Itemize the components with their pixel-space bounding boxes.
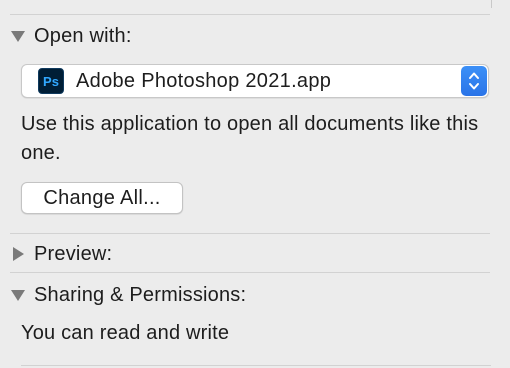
application-popup[interactable]: Ps Adobe Photoshop 2021.app <box>21 64 489 98</box>
disclosure-triangle-expanded-icon[interactable] <box>10 287 26 303</box>
application-name: Adobe Photoshop 2021.app <box>76 69 332 92</box>
permission-status: You can read and write <box>21 322 230 344</box>
scroll-edge <box>491 0 492 8</box>
sharing-header[interactable]: Sharing & Permissions: <box>10 280 246 310</box>
popup-stepper-icon[interactable] <box>461 66 487 96</box>
bottom-divider <box>21 365 491 366</box>
divider-after-open-with <box>10 233 490 234</box>
open-with-description: Use this application to open all documen… <box>21 113 479 164</box>
photoshop-icon: Ps <box>38 68 64 94</box>
open-with-header[interactable]: Open with: <box>10 21 132 51</box>
change-all-button[interactable]: Change All... <box>21 182 183 214</box>
preview-header[interactable]: Preview: <box>10 239 112 269</box>
disclosure-triangle-collapsed-icon[interactable] <box>10 246 26 262</box>
sharing-title: Sharing & Permissions: <box>34 283 247 306</box>
divider-after-preview <box>10 272 490 273</box>
get-info-panel: Open with: Ps Adobe Photoshop 2021.app U… <box>0 0 510 368</box>
disclosure-triangle-expanded-icon[interactable] <box>10 28 26 44</box>
top-divider <box>10 14 490 15</box>
open-with-title: Open with: <box>34 24 132 47</box>
preview-title: Preview: <box>34 242 113 265</box>
